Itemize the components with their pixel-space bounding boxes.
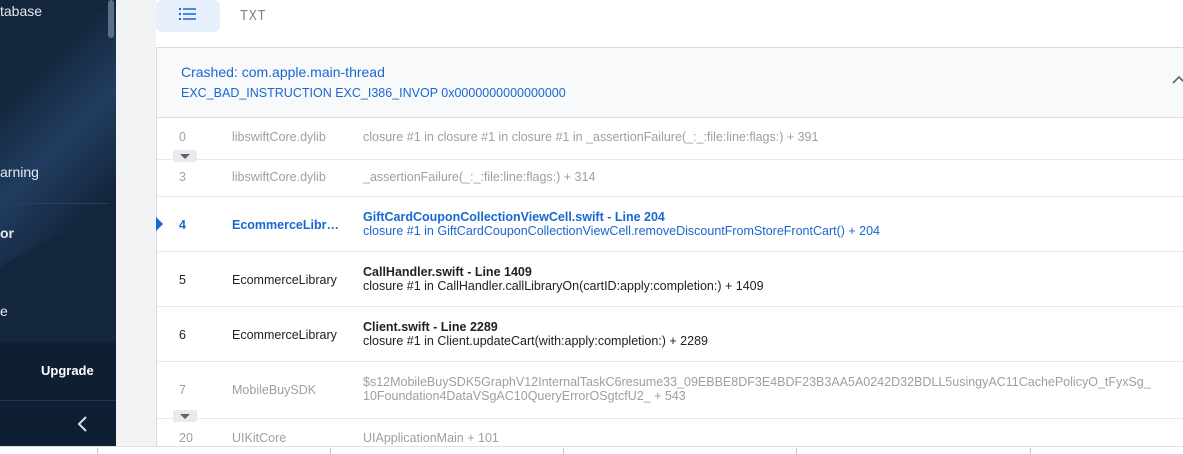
frame-method-continued: 10Foundation4DataVSgAC10QueryErrorOSgtcf…: [363, 389, 686, 403]
stack-frame-row[interactable]: 0 libswiftCore.dylib closure #1 in closu…: [157, 118, 1183, 160]
crash-card: Crashed: com.apple.main-thread EXC_BAD_I…: [156, 47, 1183, 447]
bottom-divider: [0, 446, 1183, 454]
sidebar: tabase arning or e Upgrade: [0, 0, 116, 454]
caret-down-icon: [180, 413, 190, 419]
upgrade-button[interactable]: Upgrade: [41, 363, 94, 378]
stack-frame-row[interactable]: 6 EcommerceLibrary Client.swift - Line 2…: [157, 307, 1183, 362]
stack-frame-row[interactable]: 20 UIKitCore UIApplicationMain + 101: [157, 419, 1183, 449]
frame-file-line[interactable]: CallHandler.swift - Line 1409: [363, 265, 1163, 279]
frame-file-line[interactable]: GiftCardCouponCollectionViewCell.swift -…: [363, 210, 1163, 224]
frame-symbol: _assertionFailure(_:_:file:line:flags:) …: [363, 170, 596, 184]
frame-library: EcommerceLibrary: [232, 218, 344, 232]
column-tick: [1030, 448, 1031, 454]
caret-down-icon: [180, 153, 190, 159]
column-tick: [330, 448, 331, 454]
frame-number: 0: [179, 130, 186, 144]
sidebar-item-database[interactable]: tabase: [0, 3, 42, 19]
sidebar-item-monitor[interactable]: or: [0, 225, 14, 241]
frame-library: EcommerceLibrary: [232, 328, 337, 342]
chevron-left-icon: [76, 415, 90, 439]
sidebar-decoration: [0, 0, 116, 288]
sidebar-scrollbar[interactable]: [108, 0, 114, 38]
frame-number: 20: [179, 431, 193, 445]
frame-symbol: closure #1 in closure #1 in closure #1 i…: [363, 130, 819, 144]
frame-symbol: Client.swift - Line 2289 closure #1 in C…: [363, 320, 1163, 348]
frame-number: 5: [179, 273, 186, 287]
frame-library: EcommerceLibrary: [232, 273, 337, 287]
view-toggle: TXT: [156, 0, 266, 32]
crash-exception: EXC_BAD_INSTRUCTION EXC_I386_INVOP 0x000…: [181, 86, 566, 100]
frame-number: 7: [179, 383, 186, 397]
current-frame-marker-icon: [156, 217, 163, 231]
list-icon: [178, 6, 198, 27]
txt-view-button[interactable]: TXT: [240, 9, 266, 24]
frame-symbol: $s12MobileBuySDK5GraphV12InternalTaskC6r…: [363, 375, 1163, 403]
frame-symbol: UIApplicationMain + 101: [363, 431, 499, 445]
frame-method: closure #1 in GiftCardCouponCollectionVi…: [363, 224, 881, 238]
stack-frame-row[interactable]: 5 EcommerceLibrary CallHandler.swift - L…: [157, 252, 1183, 307]
column-tick: [97, 448, 98, 454]
app-root: tabase arning or e Upgrade TXT Crashed: …: [0, 0, 1183, 454]
crash-thread-title: Crashed: com.apple.main-thread: [181, 64, 385, 80]
stack-frame-row[interactable]: 3 libswiftCore.dylib _assertionFailure(_…: [157, 160, 1183, 197]
frame-method: $s12MobileBuySDK5GraphV12InternalTaskC6r…: [363, 375, 1151, 389]
stack-frame-row-highlighted[interactable]: 4 EcommerceLibrary GiftCardCouponCollect…: [156, 197, 1183, 252]
frame-library: libswiftCore.dylib: [232, 130, 326, 144]
column-tick: [563, 448, 564, 454]
frame-number: 4: [179, 218, 186, 232]
chevron-up-icon[interactable]: [1172, 70, 1183, 88]
frame-method: closure #1 in Client.updateCart(with:app…: [363, 334, 708, 348]
sidebar-divider: [0, 203, 108, 204]
crash-header[interactable]: Crashed: com.apple.main-thread EXC_BAD_I…: [157, 48, 1183, 118]
list-view-button[interactable]: [156, 0, 220, 32]
frame-file-line[interactable]: Client.swift - Line 2289: [363, 320, 1163, 334]
frame-symbol: CallHandler.swift - Line 1409 closure #1…: [363, 265, 1163, 293]
frame-number: 3: [179, 170, 186, 184]
stack-frame-row[interactable]: 7 MobileBuySDK $s12MobileBuySDK5GraphV12…: [157, 362, 1183, 419]
column-tick: [796, 448, 797, 454]
frame-library: MobileBuySDK: [232, 383, 317, 397]
sidebar-item-more[interactable]: e: [0, 303, 8, 319]
frame-symbol: GiftCardCouponCollectionViewCell.swift -…: [363, 210, 1163, 238]
frame-number: 6: [179, 328, 186, 342]
main-area: TXT Crashed: com.apple.main-thread EXC_B…: [116, 0, 1183, 454]
frame-method: closure #1 in CallHandler.callLibraryOn(…: [363, 279, 764, 293]
sidebar-item-machine-learning[interactable]: arning: [0, 164, 39, 180]
frame-library: libswiftCore.dylib: [232, 170, 326, 184]
frame-library: UIKitCore: [232, 431, 287, 445]
